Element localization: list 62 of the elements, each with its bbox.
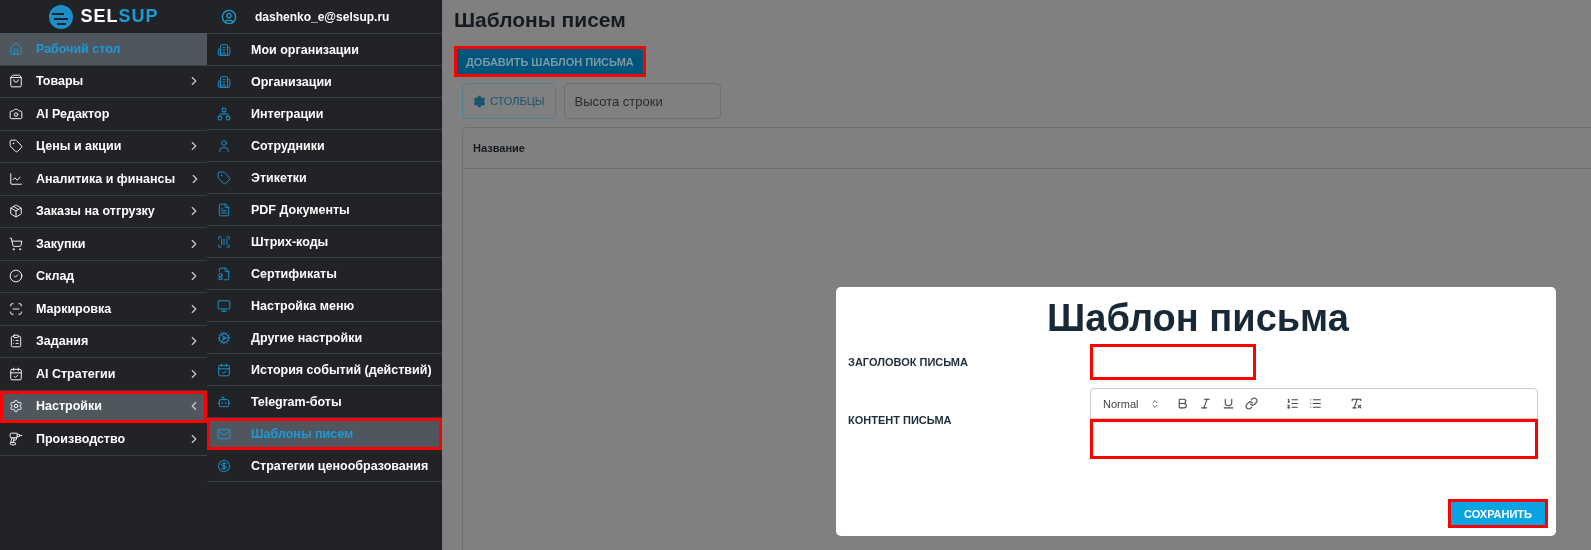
robot-icon — [217, 394, 231, 409]
check-circle-icon — [9, 269, 23, 284]
underline-icon[interactable] — [1222, 397, 1236, 410]
tag-icon — [217, 170, 231, 185]
user-email: dashenko_e@selsup.ru — [255, 9, 390, 24]
submenu-item[interactable]: PDF Документы — [207, 194, 442, 226]
logo-icon — [48, 3, 75, 30]
scan-icon — [9, 301, 23, 316]
drill-icon — [9, 431, 23, 446]
editor-field[interactable] — [1090, 419, 1538, 459]
chart-icon — [9, 171, 23, 186]
document-icon — [217, 202, 231, 217]
submenu-item[interactable]: Организации — [207, 66, 442, 98]
modal-title: Шаблон письма — [1046, 297, 1350, 340]
user-avatar-icon — [221, 8, 237, 25]
building-icon — [217, 74, 231, 89]
field-label: ЗАГОЛОВОК ПИСЬМА — [848, 356, 969, 368]
clipboard-icon — [9, 334, 23, 349]
sidebar-item[interactable]: AI Стратегии — [0, 358, 207, 391]
certificate-icon — [217, 266, 231, 281]
camera-icon — [9, 106, 23, 121]
submenu-item[interactable]: Мои организации — [207, 34, 442, 66]
bold-icon[interactable] — [1176, 397, 1190, 410]
calendar-icon — [217, 362, 231, 377]
numbered-list-icon[interactable] — [1286, 397, 1300, 410]
submenu-item[interactable]: Сертификаты — [207, 258, 442, 290]
bag-icon — [9, 74, 23, 89]
home-icon — [9, 41, 23, 56]
submenu-item[interactable]: Настройка меню — [207, 290, 442, 322]
cart-icon — [9, 236, 23, 251]
settings-icon — [9, 399, 23, 414]
monitor-icon — [217, 298, 231, 313]
settings-icon — [217, 330, 231, 345]
page-title: Шаблоны писем — [454, 8, 627, 32]
row-height-field[interactable]: Высота строки — [563, 83, 721, 119]
sidebar-item[interactable]: Товары — [0, 65, 207, 98]
mail-icon — [217, 426, 231, 441]
column-header: Название — [463, 128, 1591, 169]
barcode-icon — [217, 234, 231, 249]
tag-icon — [9, 139, 23, 154]
clear-format-icon[interactable] — [1350, 397, 1364, 410]
submenu-item[interactable]: Интеграции — [207, 98, 442, 130]
input-field[interactable] — [1090, 344, 1256, 380]
link-icon[interactable] — [1245, 397, 1259, 410]
network-icon — [217, 106, 231, 121]
sidebar-item[interactable]: Настройки — [0, 390, 207, 423]
submenu-item[interactable]: Стратегии ценообразования — [207, 450, 442, 482]
format-select[interactable]: Normal — [1103, 397, 1161, 410]
bullet-list-icon[interactable] — [1309, 397, 1323, 410]
package-icon — [9, 204, 23, 219]
gear-icon — [473, 94, 486, 108]
user-icon — [217, 138, 231, 153]
calendar-icon — [9, 366, 23, 381]
submenu-item[interactable]: История событий (действий) — [207, 354, 442, 386]
logo-text: SELSUP — [80, 6, 159, 27]
submenu-item[interactable]: Штрих-коды — [207, 226, 442, 258]
building-icon — [217, 42, 231, 57]
price-badge-icon — [217, 458, 231, 473]
field-label: КОНТЕНТ ПИСЬМА — [848, 413, 953, 426]
submenu-item[interactable]: Другие настройки — [207, 322, 442, 354]
italic-icon[interactable] — [1199, 397, 1213, 410]
up-down-arrows-icon — [1150, 398, 1161, 409]
